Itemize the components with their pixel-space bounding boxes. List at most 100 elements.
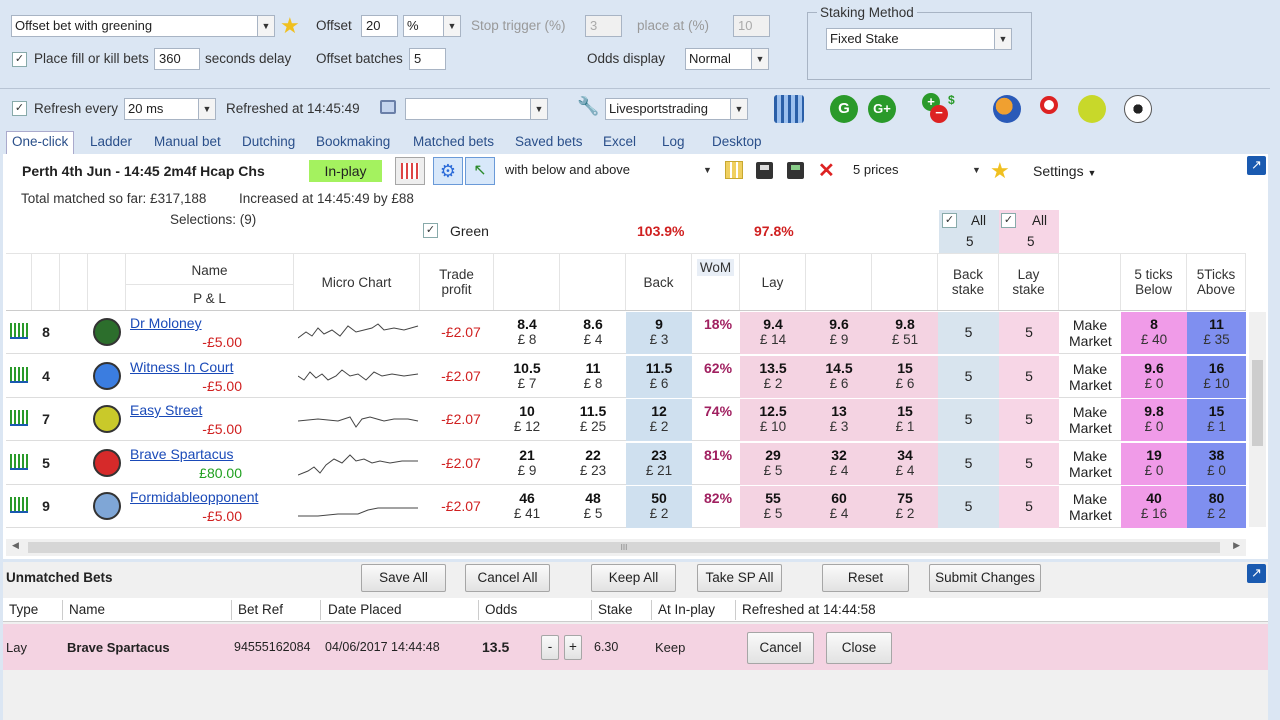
scroll-right-icon[interactable]: ▶ bbox=[1233, 540, 1240, 551]
odds-display-select[interactable]: Normal ▼ bbox=[685, 48, 769, 70]
price-filter-select[interactable]: with below and above ▼ bbox=[502, 160, 716, 182]
offset-batches-input[interactable]: 5 bbox=[409, 48, 446, 70]
tab-saved-bets[interactable]: Saved bets bbox=[515, 134, 583, 149]
ticks-above-cell[interactable]: 15 £ 1 bbox=[1187, 399, 1246, 441]
tab-manual-bet[interactable]: Manual bet bbox=[154, 134, 221, 149]
calendar-icon[interactable] bbox=[395, 157, 425, 185]
unmatched-popout-icon[interactable]: ↗ bbox=[1247, 564, 1266, 583]
header-lay[interactable]: Lay bbox=[740, 254, 806, 310]
price-cell[interactable]: 21 £ 9 bbox=[494, 443, 560, 485]
header-ticks-below[interactable]: 5 ticks Below bbox=[1121, 254, 1187, 310]
price-cell[interactable]: 12.5 £ 10 bbox=[740, 399, 806, 441]
offset-unit-select[interactable]: % ▼ bbox=[403, 15, 461, 37]
tab-desktop[interactable]: Desktop bbox=[712, 134, 762, 149]
make-market-button[interactable]: Make Market bbox=[1059, 486, 1121, 528]
price-cell[interactable]: 29 £ 5 bbox=[740, 442, 806, 485]
vertical-scroll-thumb[interactable] bbox=[1252, 360, 1263, 446]
horizontal-scrollbar[interactable]: ◀ III ▶ bbox=[6, 539, 1246, 556]
all-back-checkbox[interactable]: ✓ bbox=[942, 213, 957, 228]
price-cell[interactable]: 11 £ 8 bbox=[560, 356, 626, 398]
ticks-above-cell[interactable]: 38 £ 0 bbox=[1187, 442, 1246, 485]
globe-icon[interactable] bbox=[993, 95, 1021, 123]
back-stake[interactable]: 5 bbox=[938, 312, 999, 354]
price-cell[interactable]: 9.4 £ 14 bbox=[740, 312, 806, 354]
make-market-button[interactable]: Make Market bbox=[1059, 443, 1121, 485]
ticks-below-cell[interactable]: 9.8 £ 0 bbox=[1121, 399, 1187, 441]
price-cell[interactable]: 14.5 £ 6 bbox=[806, 355, 872, 398]
vertical-scrollbar[interactable] bbox=[1249, 312, 1266, 527]
green-checkbox[interactable]: ✓ bbox=[423, 223, 438, 238]
tab-one-click[interactable]: One-click bbox=[6, 131, 75, 154]
tab-matched-bets[interactable]: Matched bets bbox=[413, 134, 494, 149]
bar-chart-icon[interactable] bbox=[6, 399, 32, 441]
price-cell[interactable]: 8.4 £ 8 bbox=[494, 312, 560, 354]
save-icon[interactable] bbox=[756, 162, 773, 179]
submit-changes-button[interactable]: Submit Changes bbox=[929, 564, 1041, 592]
cancel-bet-button[interactable]: Cancel bbox=[747, 632, 814, 664]
header-trade-profit[interactable]: Trade profit bbox=[420, 254, 494, 310]
calculator-icon[interactable] bbox=[774, 95, 804, 123]
favourite-star-icon[interactable]: ★ bbox=[280, 13, 300, 39]
ticks-below-cell[interactable]: 40 £ 16 bbox=[1121, 486, 1187, 528]
ticks-above-cell[interactable]: 80 £ 2 bbox=[1187, 486, 1246, 528]
runner-row[interactable]: 8 Dr Moloney -£5.00 -£2.07 8.4 £ 8 8.6 £ 4 9 £ 39… bbox=[6, 312, 1246, 354]
make-market-button[interactable]: Make Market bbox=[1059, 312, 1121, 354]
price-cell[interactable]: 8.6 £ 4 bbox=[560, 312, 626, 354]
bar-chart-icon[interactable] bbox=[6, 356, 32, 398]
green-up-icon[interactable]: G bbox=[830, 95, 858, 123]
back-stake[interactable]: 5 bbox=[938, 486, 999, 528]
price-cell[interactable]: 11.5 £ 25 bbox=[560, 399, 626, 441]
horizontal-scroll-thumb[interactable]: III bbox=[28, 542, 1220, 553]
odds-decrease-button[interactable]: - bbox=[541, 635, 559, 660]
price-cell[interactable]: 10 £ 12 bbox=[494, 399, 560, 441]
settings-menu[interactable]: Settings ▼ bbox=[1033, 163, 1096, 179]
strategy-select[interactable]: Offset bet with greening ▼ bbox=[11, 15, 275, 37]
unmatched-bet-row[interactable] bbox=[3, 624, 1268, 670]
price-cell[interactable]: 32 £ 4 bbox=[806, 442, 872, 485]
cursor-icon[interactable]: ↖ bbox=[465, 157, 495, 185]
price-cell[interactable]: 50 £ 2 bbox=[626, 486, 692, 528]
bar-chart-icon[interactable] bbox=[6, 312, 32, 354]
take-sp-all-button[interactable]: Take SP All bbox=[697, 564, 782, 592]
odds-increase-button[interactable]: + bbox=[564, 635, 582, 660]
back-stake[interactable]: 5 bbox=[938, 355, 999, 398]
scroll-left-icon[interactable]: ◀ bbox=[12, 540, 19, 551]
header-ticks-above[interactable]: 5Ticks Above bbox=[1187, 254, 1246, 310]
ticks-above-cell[interactable]: 11 £ 35 bbox=[1187, 312, 1246, 354]
football-icon[interactable] bbox=[1124, 95, 1152, 123]
lay-stake[interactable]: 5 bbox=[999, 355, 1059, 398]
price-cell[interactable]: 48 £ 5 bbox=[560, 486, 626, 528]
tennis-ball-icon[interactable] bbox=[1078, 95, 1106, 123]
favourite-star-icon[interactable]: ★ bbox=[990, 158, 1010, 184]
reset-button[interactable]: Reset bbox=[822, 564, 909, 592]
make-market-button[interactable]: Make Market bbox=[1059, 356, 1121, 398]
close-bet-button[interactable]: Close bbox=[826, 632, 892, 664]
price-cell[interactable]: 12 £ 2 bbox=[626, 399, 692, 441]
tab-excel[interactable]: Excel bbox=[603, 134, 636, 149]
header-back-stake[interactable]: Back stake bbox=[938, 254, 999, 310]
ticks-above-cell[interactable]: 16 £ 10 bbox=[1187, 355, 1246, 398]
offset-input[interactable]: 20 bbox=[361, 15, 398, 37]
price-cell[interactable]: 15 £ 1 bbox=[872, 399, 938, 441]
tab-dutching[interactable]: Dutching bbox=[242, 134, 295, 149]
tab-bookmaking[interactable]: Bookmaking bbox=[316, 134, 390, 149]
refresh-checkbox[interactable]: ✓ bbox=[12, 101, 27, 116]
price-cell[interactable]: 22 £ 23 bbox=[560, 443, 626, 485]
price-cell[interactable]: 23 £ 21 bbox=[626, 442, 692, 485]
gear-icon[interactable]: ⚙ bbox=[433, 157, 463, 185]
runner-row[interactable]: 7 Easy Street -£5.00 -£2.07 10 £ 12 11.5 £ 25 12… bbox=[6, 399, 1246, 441]
lay-stake[interactable]: 5 bbox=[999, 442, 1059, 485]
price-cell[interactable]: 34 £ 4 bbox=[872, 442, 938, 485]
price-cell[interactable]: 11.5 £ 6 bbox=[626, 355, 692, 398]
price-cell[interactable]: 15 £ 6 bbox=[872, 355, 938, 398]
header-lay-stake[interactable]: Lay stake bbox=[999, 254, 1059, 310]
price-cell[interactable]: 9 £ 3 bbox=[626, 312, 692, 354]
tab-log[interactable]: Log bbox=[662, 134, 685, 149]
refresh-interval-select[interactable]: 20 ms ▼ bbox=[124, 98, 216, 120]
price-cell[interactable]: 60 £ 4 bbox=[806, 486, 872, 528]
lay-stake[interactable]: 5 bbox=[999, 399, 1059, 441]
price-cell[interactable]: 9.8 £ 51 bbox=[872, 312, 938, 354]
stop-trigger-input[interactable]: 3 bbox=[585, 15, 622, 37]
runner-row[interactable]: 9 Formidableopponent -£5.00 -£2.07 46 £ 41 48 £… bbox=[6, 486, 1246, 528]
monitor-icon[interactable] bbox=[380, 100, 396, 114]
